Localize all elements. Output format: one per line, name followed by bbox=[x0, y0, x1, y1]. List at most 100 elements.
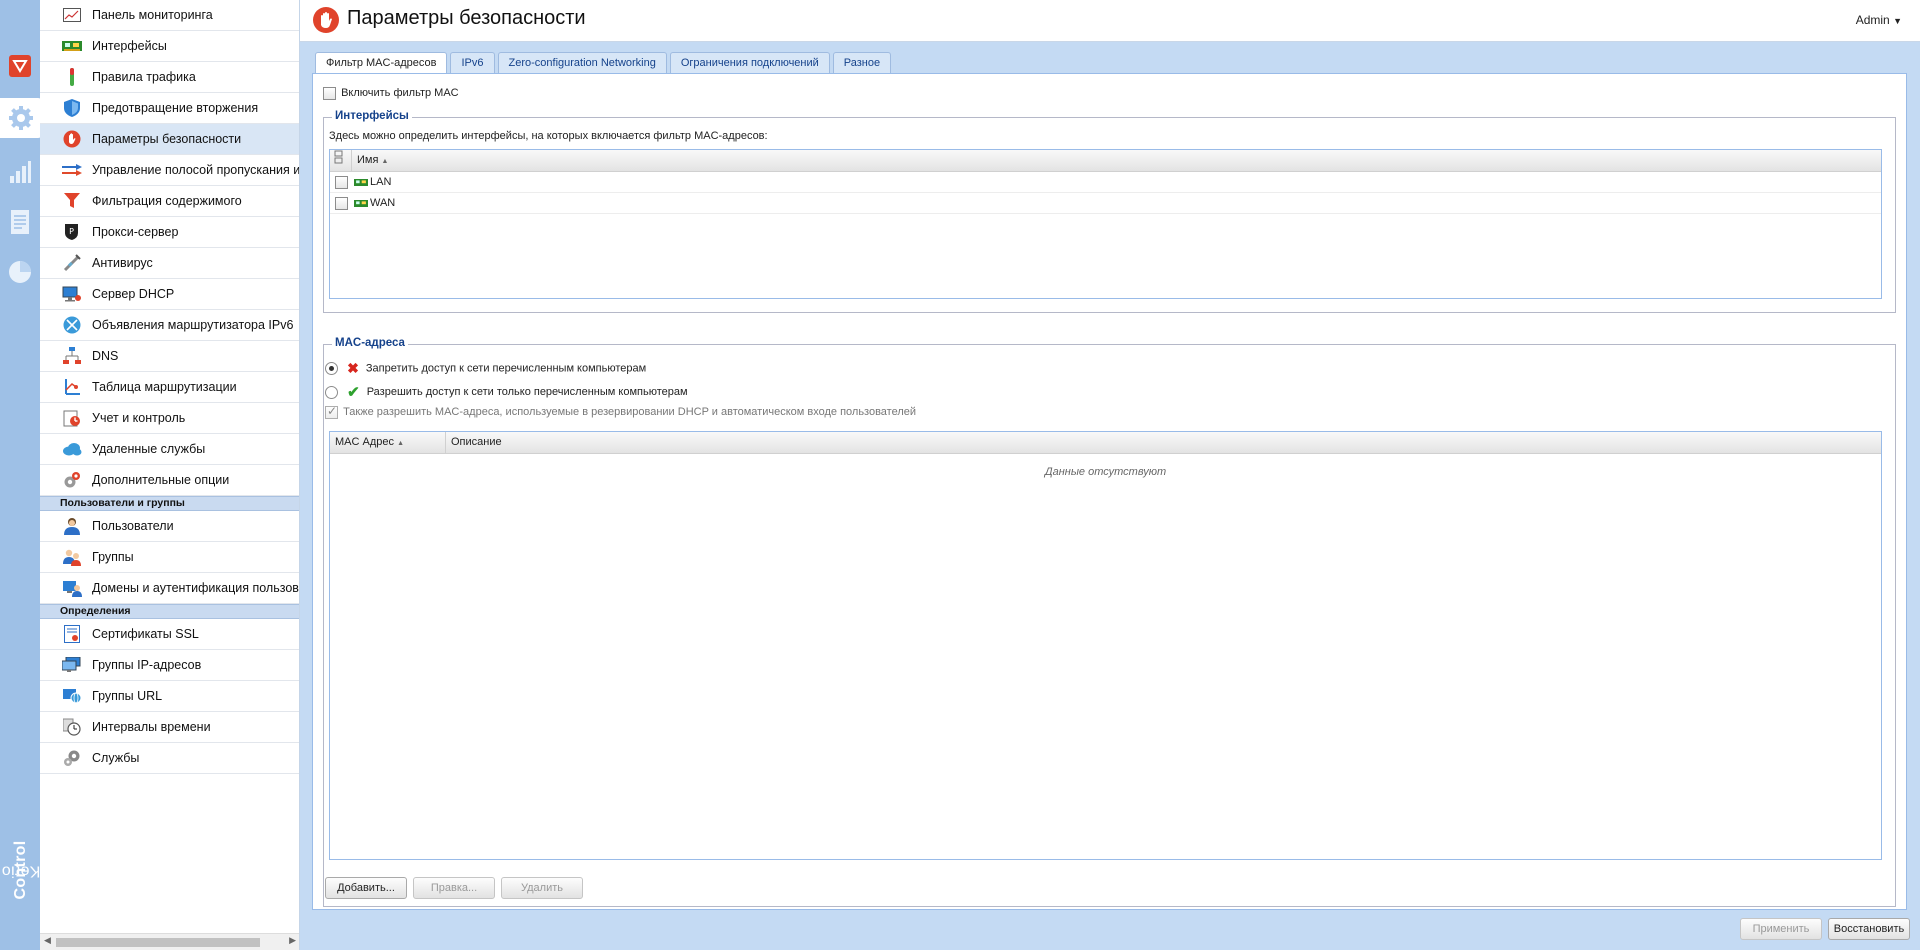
ip-group-icon bbox=[62, 656, 82, 674]
red-x-icon: ✖ bbox=[347, 360, 359, 376]
app-switch-configuration[interactable] bbox=[0, 98, 42, 138]
tab-0[interactable]: Фильтр MAC-адресов bbox=[315, 52, 448, 74]
antivirus-icon bbox=[62, 254, 82, 272]
sidebar-item-label: Группы IP-адресов bbox=[92, 658, 202, 672]
app-switch-logs[interactable] bbox=[0, 202, 40, 242]
sidebar-item-label: DNS bbox=[92, 349, 119, 363]
user-menu[interactable]: Admin ▼ bbox=[1856, 13, 1902, 27]
proxy-icon: P bbox=[62, 223, 82, 241]
add-button[interactable]: Добавить... bbox=[325, 877, 407, 899]
sidebar-item-group[interactable]: Группы bbox=[40, 542, 299, 573]
sidebar-item-dashboard[interactable]: Панель мониторинга bbox=[40, 0, 299, 31]
enable-mac-filter-row: Включить фильтр MAC bbox=[323, 87, 459, 100]
sidebar-item-proxy[interactable]: P Прокси-сервер bbox=[40, 217, 299, 248]
sidebar-item-traffic-rule[interactable]: Правила трафика bbox=[40, 62, 299, 93]
sidebar-item-label: Предотвращение вторжения bbox=[92, 101, 259, 115]
sidebar-item-advanced-options[interactable]: Дополнительные опции bbox=[40, 465, 299, 496]
sidebar-item-ip-group[interactable]: Группы IP-адресов bbox=[40, 650, 299, 681]
kerio-control-logo: Kerio Control bbox=[1, 840, 41, 900]
sidebar-navigation: Панель мониторинга Интерфейсы Правила траф… bbox=[40, 0, 300, 950]
sidebar-item-network-card[interactable]: Интерфейсы bbox=[40, 31, 299, 62]
interface-checkbox[interactable] bbox=[335, 196, 348, 210]
name-column-header[interactable]: Имя ▲ bbox=[352, 150, 1881, 171]
allow-option-row: ✔ Разрешить доступ к сети только перечис… bbox=[325, 383, 688, 401]
dhcp-icon bbox=[62, 285, 82, 303]
sidebar-item-label: Учет и контроль bbox=[92, 411, 186, 425]
reset-button[interactable]: Восстановить bbox=[1828, 918, 1910, 940]
sidebar-item-clock[interactable]: Интервалы времени bbox=[40, 712, 299, 743]
scroll-right-arrow-icon[interactable]: ▶ bbox=[289, 936, 296, 946]
mac-addresses-legend: MAC-адреса bbox=[332, 337, 408, 349]
scroll-left-arrow-icon[interactable]: ◀ bbox=[44, 936, 51, 946]
table-row[interactable]: LAN bbox=[330, 172, 1881, 193]
allow-access-radio[interactable] bbox=[325, 385, 338, 399]
enable-mac-filter-checkbox[interactable] bbox=[323, 87, 336, 100]
table-row[interactable]: WAN bbox=[330, 193, 1881, 214]
sidebar-item-label: Управление полосой пропускания и bbox=[92, 163, 300, 177]
tab-4[interactable]: Разное bbox=[832, 52, 892, 73]
also-allow-checkbox[interactable] bbox=[325, 404, 338, 419]
mac-addresses-grid: MAC Адрес ▲ Описание Данные отсутствуют bbox=[329, 431, 1882, 860]
sidebar-item-label: Сертификаты SSL bbox=[92, 627, 199, 641]
clock-icon bbox=[62, 718, 82, 736]
network-card-icon bbox=[62, 37, 82, 55]
sidebar-item-routing-table[interactable]: Таблица маршрутизации bbox=[40, 372, 299, 403]
main-content: Фильтр MAC-адресов IPv6 Zero-configuration… bbox=[300, 42, 1920, 950]
bar-chart-icon bbox=[10, 161, 31, 183]
tab-1[interactable]: IPv6 bbox=[450, 52, 495, 73]
sidebar-item-domain-auth[interactable]: Домены и аутентификация пользовате bbox=[40, 573, 299, 604]
edit-button[interactable]: Правка... bbox=[413, 877, 495, 899]
tab-3[interactable]: Ограничения подключений bbox=[669, 52, 830, 73]
description-column-header[interactable]: Описание bbox=[446, 432, 1881, 453]
sidebar-item-services[interactable]: Службы bbox=[40, 743, 299, 774]
sidebar-item-stop-hand[interactable]: Параметры безопасности bbox=[40, 124, 299, 155]
tab-2[interactable]: Zero-configuration Networking bbox=[497, 52, 667, 73]
scrollbar-thumb[interactable] bbox=[56, 938, 260, 947]
sidebar-item-label: Панель мониторинга bbox=[92, 8, 213, 22]
sidebar-horizontal-scrollbar[interactable]: ◀ ▶ bbox=[40, 933, 299, 950]
page-title: Параметры безопасности bbox=[347, 7, 586, 29]
interfaces-grid-header: Имя ▲ bbox=[330, 150, 1881, 172]
sidebar-item-label: Дополнительные опции bbox=[92, 473, 230, 487]
sidebar-item-shield[interactable]: Предотвращение вторжения bbox=[40, 93, 299, 124]
domain-auth-icon bbox=[62, 579, 82, 597]
sidebar-item-label: Пользователи bbox=[92, 519, 174, 533]
sidebar-item-dns[interactable]: DNS bbox=[40, 341, 299, 372]
gear-icon bbox=[9, 106, 33, 130]
app-switch-statistics[interactable] bbox=[0, 152, 40, 192]
sidebar-item-dhcp[interactable]: Сервер DHCP bbox=[40, 279, 299, 310]
bandwidth-icon bbox=[62, 161, 82, 179]
interfaces-description: Здесь можно определить интерфейсы, на ко… bbox=[329, 130, 768, 142]
cloud-icon bbox=[62, 440, 82, 458]
routing-table-icon bbox=[62, 378, 82, 396]
sidebar-item-accounting[interactable]: Учет и контроль bbox=[40, 403, 299, 434]
sidebar-item-cloud[interactable]: Удаленные службы bbox=[40, 434, 299, 465]
sidebar-item-user[interactable]: Пользователи bbox=[40, 511, 299, 542]
sidebar-item-url-group[interactable]: Группы URL bbox=[40, 681, 299, 712]
delete-button[interactable]: Удалить bbox=[501, 877, 583, 899]
dashboard-icon bbox=[62, 6, 82, 24]
interface-checkbox[interactable] bbox=[335, 175, 348, 189]
sidebar-item-antivirus[interactable]: Антивирус bbox=[40, 248, 299, 279]
dns-icon bbox=[62, 347, 82, 365]
advanced-options-icon bbox=[62, 471, 82, 489]
sidebar-item-bandwidth[interactable]: Управление полосой пропускания и bbox=[40, 155, 299, 186]
mac-addresses-fieldset: MAC-адреса ✖ Запретить доступ к сети пер… bbox=[323, 337, 1896, 907]
sidebar-item-router-ipv6[interactable]: Объявления маршрутизатора IPv6 bbox=[40, 310, 299, 341]
group-icon bbox=[62, 548, 82, 566]
user-icon bbox=[62, 517, 82, 535]
app-switch-security[interactable] bbox=[0, 46, 40, 86]
deny-access-radio[interactable] bbox=[325, 362, 338, 375]
sidebar-item-label: Фильтрация содержимого bbox=[92, 194, 242, 208]
document-icon bbox=[11, 210, 29, 234]
app-switch-status[interactable] bbox=[0, 252, 40, 292]
sidebar-item-label: Правила трафика bbox=[92, 70, 196, 84]
deny-option-row: ✖ Запретить доступ к сети перечисленным … bbox=[325, 360, 646, 377]
mac-address-column-header[interactable]: MAC Адрес ▲ bbox=[330, 432, 446, 453]
sidebar-item-label: Сервер DHCP bbox=[92, 287, 175, 301]
sidebar-item-filter-funnel[interactable]: Фильтрация содержимого bbox=[40, 186, 299, 217]
sidebar-item-label: Антивирус bbox=[92, 256, 153, 270]
apply-button[interactable]: Применить bbox=[1740, 918, 1822, 940]
sidebar-item-certificate[interactable]: Сертификаты SSL bbox=[40, 619, 299, 650]
select-all-column[interactable] bbox=[330, 150, 352, 171]
